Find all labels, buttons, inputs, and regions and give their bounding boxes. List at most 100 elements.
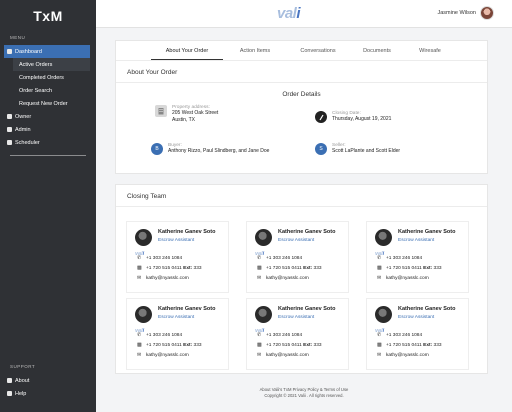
- agent-phone[interactable]: ✆ +1 303 246 1084: [257, 332, 302, 338]
- agent-fax[interactable]: ▩ +1 720 515 0411 Ext: 333: [137, 265, 202, 271]
- agent-fax[interactable]: ▩ +1 720 515 0411 Ext: 333: [377, 342, 442, 348]
- avatar[interactable]: [480, 6, 494, 20]
- phone-value: +1 303 246 1084: [146, 255, 183, 261]
- agent-phone[interactable]: ✆ +1 303 246 1084: [137, 332, 182, 338]
- scheduler-icon: [7, 140, 12, 145]
- agent-email[interactable]: ✉ kathy@nyasslc.com: [137, 275, 189, 281]
- ext-value: 333: [313, 342, 322, 348]
- phone-icon: ✆: [257, 255, 262, 261]
- sidebar: TxM MENU Dashboard Active Orders Complet…: [0, 0, 96, 412]
- sidebar-item-owner[interactable]: Owner: [0, 110, 96, 123]
- sidebar-item-help[interactable]: Help: [0, 387, 96, 400]
- agent-role: Escrow Assistant: [278, 315, 315, 320]
- admin-icon: [7, 127, 12, 132]
- app-brand: TxM: [33, 8, 63, 24]
- property-address: Property address: 205 West Oak Street Au…: [155, 105, 218, 124]
- phone-value: +1 303 246 1084: [266, 255, 303, 261]
- tab-action-items[interactable]: Action Items: [223, 41, 287, 60]
- seller-badge: S: [315, 143, 327, 155]
- closing-date-icon: [315, 111, 327, 123]
- fax-value: +1 720 515 0411: [266, 265, 302, 271]
- agent-email[interactable]: ✉ kathy@nyasslc.com: [377, 352, 429, 358]
- valii-logo[interactable]: vali: [277, 5, 300, 22]
- email-value: kathy@nyasslc.com: [146, 352, 189, 358]
- agent-fax[interactable]: ▩ +1 720 515 0411 Ext: 333: [377, 265, 442, 271]
- section-title: About Your Order: [116, 61, 487, 83]
- dashboard-submenu: Active Orders Completed Orders Order Sea…: [13, 58, 90, 110]
- ext-label: Ext:: [303, 265, 313, 271]
- owner-icon: [7, 114, 12, 119]
- fax-value: +1 720 515 0411: [386, 342, 422, 348]
- help-icon: [7, 391, 12, 396]
- email-value: kathy@nyasslc.com: [386, 275, 429, 281]
- fax-icon: ▩: [137, 265, 142, 271]
- tab-about-your-order[interactable]: About Your Order: [151, 41, 223, 60]
- phone-value: +1 303 246 1084: [266, 332, 303, 338]
- agent-name: Katherine Ganev Soto: [278, 229, 336, 235]
- sidebar-item-label: Completed Orders: [19, 74, 64, 81]
- footer-copyright: Copyright © 2021 Valii . All rights rese…: [264, 393, 344, 399]
- tab-conversations[interactable]: Conversations: [287, 41, 349, 60]
- fax-value: +1 720 515 0411: [146, 342, 182, 348]
- sidebar-item-completed-orders[interactable]: Completed Orders: [13, 71, 90, 84]
- phone-icon: ✆: [257, 332, 262, 338]
- sidebar-item-about[interactable]: About: [0, 374, 96, 387]
- agent-phone[interactable]: ✆ +1 303 246 1084: [137, 255, 182, 261]
- tab-wiresafe[interactable]: Wiresafe: [405, 41, 455, 60]
- support-section: SUPPORT About Help: [0, 364, 96, 400]
- sidebar-item-label: Admin: [15, 126, 31, 133]
- fax-value: +1 720 515 0411: [146, 265, 182, 271]
- sidebar-item-label: Scheduler: [15, 139, 40, 146]
- tab-documents[interactable]: Documents: [349, 41, 405, 60]
- agent-role: Escrow Assistant: [398, 315, 435, 320]
- user-menu[interactable]: Jasmine Wilson: [437, 6, 494, 20]
- agent-card: vali Katherine Ganev Soto Escrow Assistant…: [366, 221, 469, 293]
- email-value: kathy@nyasslc.com: [146, 275, 189, 281]
- user-name: Jasmine Wilson: [437, 10, 476, 16]
- property-line2: Austin, TX: [172, 117, 195, 123]
- agent-photo: [135, 306, 152, 323]
- buyer-badge: B: [151, 143, 163, 155]
- agent-fax[interactable]: ▩ +1 720 515 0411 Ext: 333: [257, 342, 322, 348]
- order-details-title: Order Details: [282, 91, 321, 98]
- sidebar-item-label: Dashboard: [15, 48, 42, 55]
- agent-fax[interactable]: ▩ +1 720 515 0411 Ext: 333: [257, 265, 322, 271]
- email-icon: ✉: [257, 352, 262, 358]
- closing-date: Closing Date: Thursday, August 19, 2021: [315, 111, 391, 123]
- agent-fax[interactable]: ▩ +1 720 515 0411 Ext: 333: [137, 342, 202, 348]
- agent-phone[interactable]: ✆ +1 303 246 1084: [377, 332, 422, 338]
- agent-email[interactable]: ✉ kathy@nyasslc.com: [257, 275, 309, 281]
- agent-photo: [135, 229, 152, 246]
- agent-role: Escrow Assistant: [158, 238, 195, 243]
- agent-email[interactable]: ✉ kathy@nyasslc.com: [377, 275, 429, 281]
- sidebar-item-active-orders[interactable]: Active Orders: [13, 58, 90, 71]
- phone-icon: ✆: [377, 332, 382, 338]
- agent-role: Escrow Assistant: [278, 238, 315, 243]
- agent-name: Katherine Ganev Soto: [158, 229, 216, 235]
- ext-value: 333: [433, 342, 442, 348]
- menu-label: MENU: [10, 35, 26, 40]
- sidebar-item-request-new-order[interactable]: Request New Order: [13, 97, 90, 110]
- email-icon: ✉: [137, 275, 142, 281]
- fax-icon: ▩: [257, 265, 262, 271]
- sidebar-item-dashboard[interactable]: Dashboard: [4, 45, 90, 58]
- fax-value: +1 720 515 0411: [386, 265, 422, 271]
- email-value: kathy@nyasslc.com: [266, 275, 309, 281]
- ext-label: Ext:: [183, 265, 193, 271]
- fax-icon: ▩: [377, 265, 382, 271]
- fax-icon: ▩: [137, 342, 142, 348]
- agent-photo: [255, 306, 272, 323]
- agent-photo: [375, 306, 392, 323]
- sidebar-item-scheduler[interactable]: Scheduler: [0, 136, 96, 149]
- agent-card: vali Katherine Ganev Soto Escrow Assistant…: [126, 298, 229, 370]
- agent-email[interactable]: ✉ kathy@nyasslc.com: [137, 352, 189, 358]
- sidebar-item-admin[interactable]: Admin: [0, 123, 96, 136]
- agent-phone[interactable]: ✆ +1 303 246 1084: [377, 255, 422, 261]
- fax-icon: ▩: [377, 342, 382, 348]
- sidebar-item-order-search[interactable]: Order Search: [13, 84, 90, 97]
- agent-phone[interactable]: ✆ +1 303 246 1084: [257, 255, 302, 261]
- property-line1: 205 West Oak Street: [172, 110, 219, 116]
- agent-email[interactable]: ✉ kathy@nyasslc.com: [257, 352, 309, 358]
- footer: About Valii's TxM Privacy Policy & Terms…: [96, 387, 512, 399]
- phone-icon: ✆: [137, 332, 142, 338]
